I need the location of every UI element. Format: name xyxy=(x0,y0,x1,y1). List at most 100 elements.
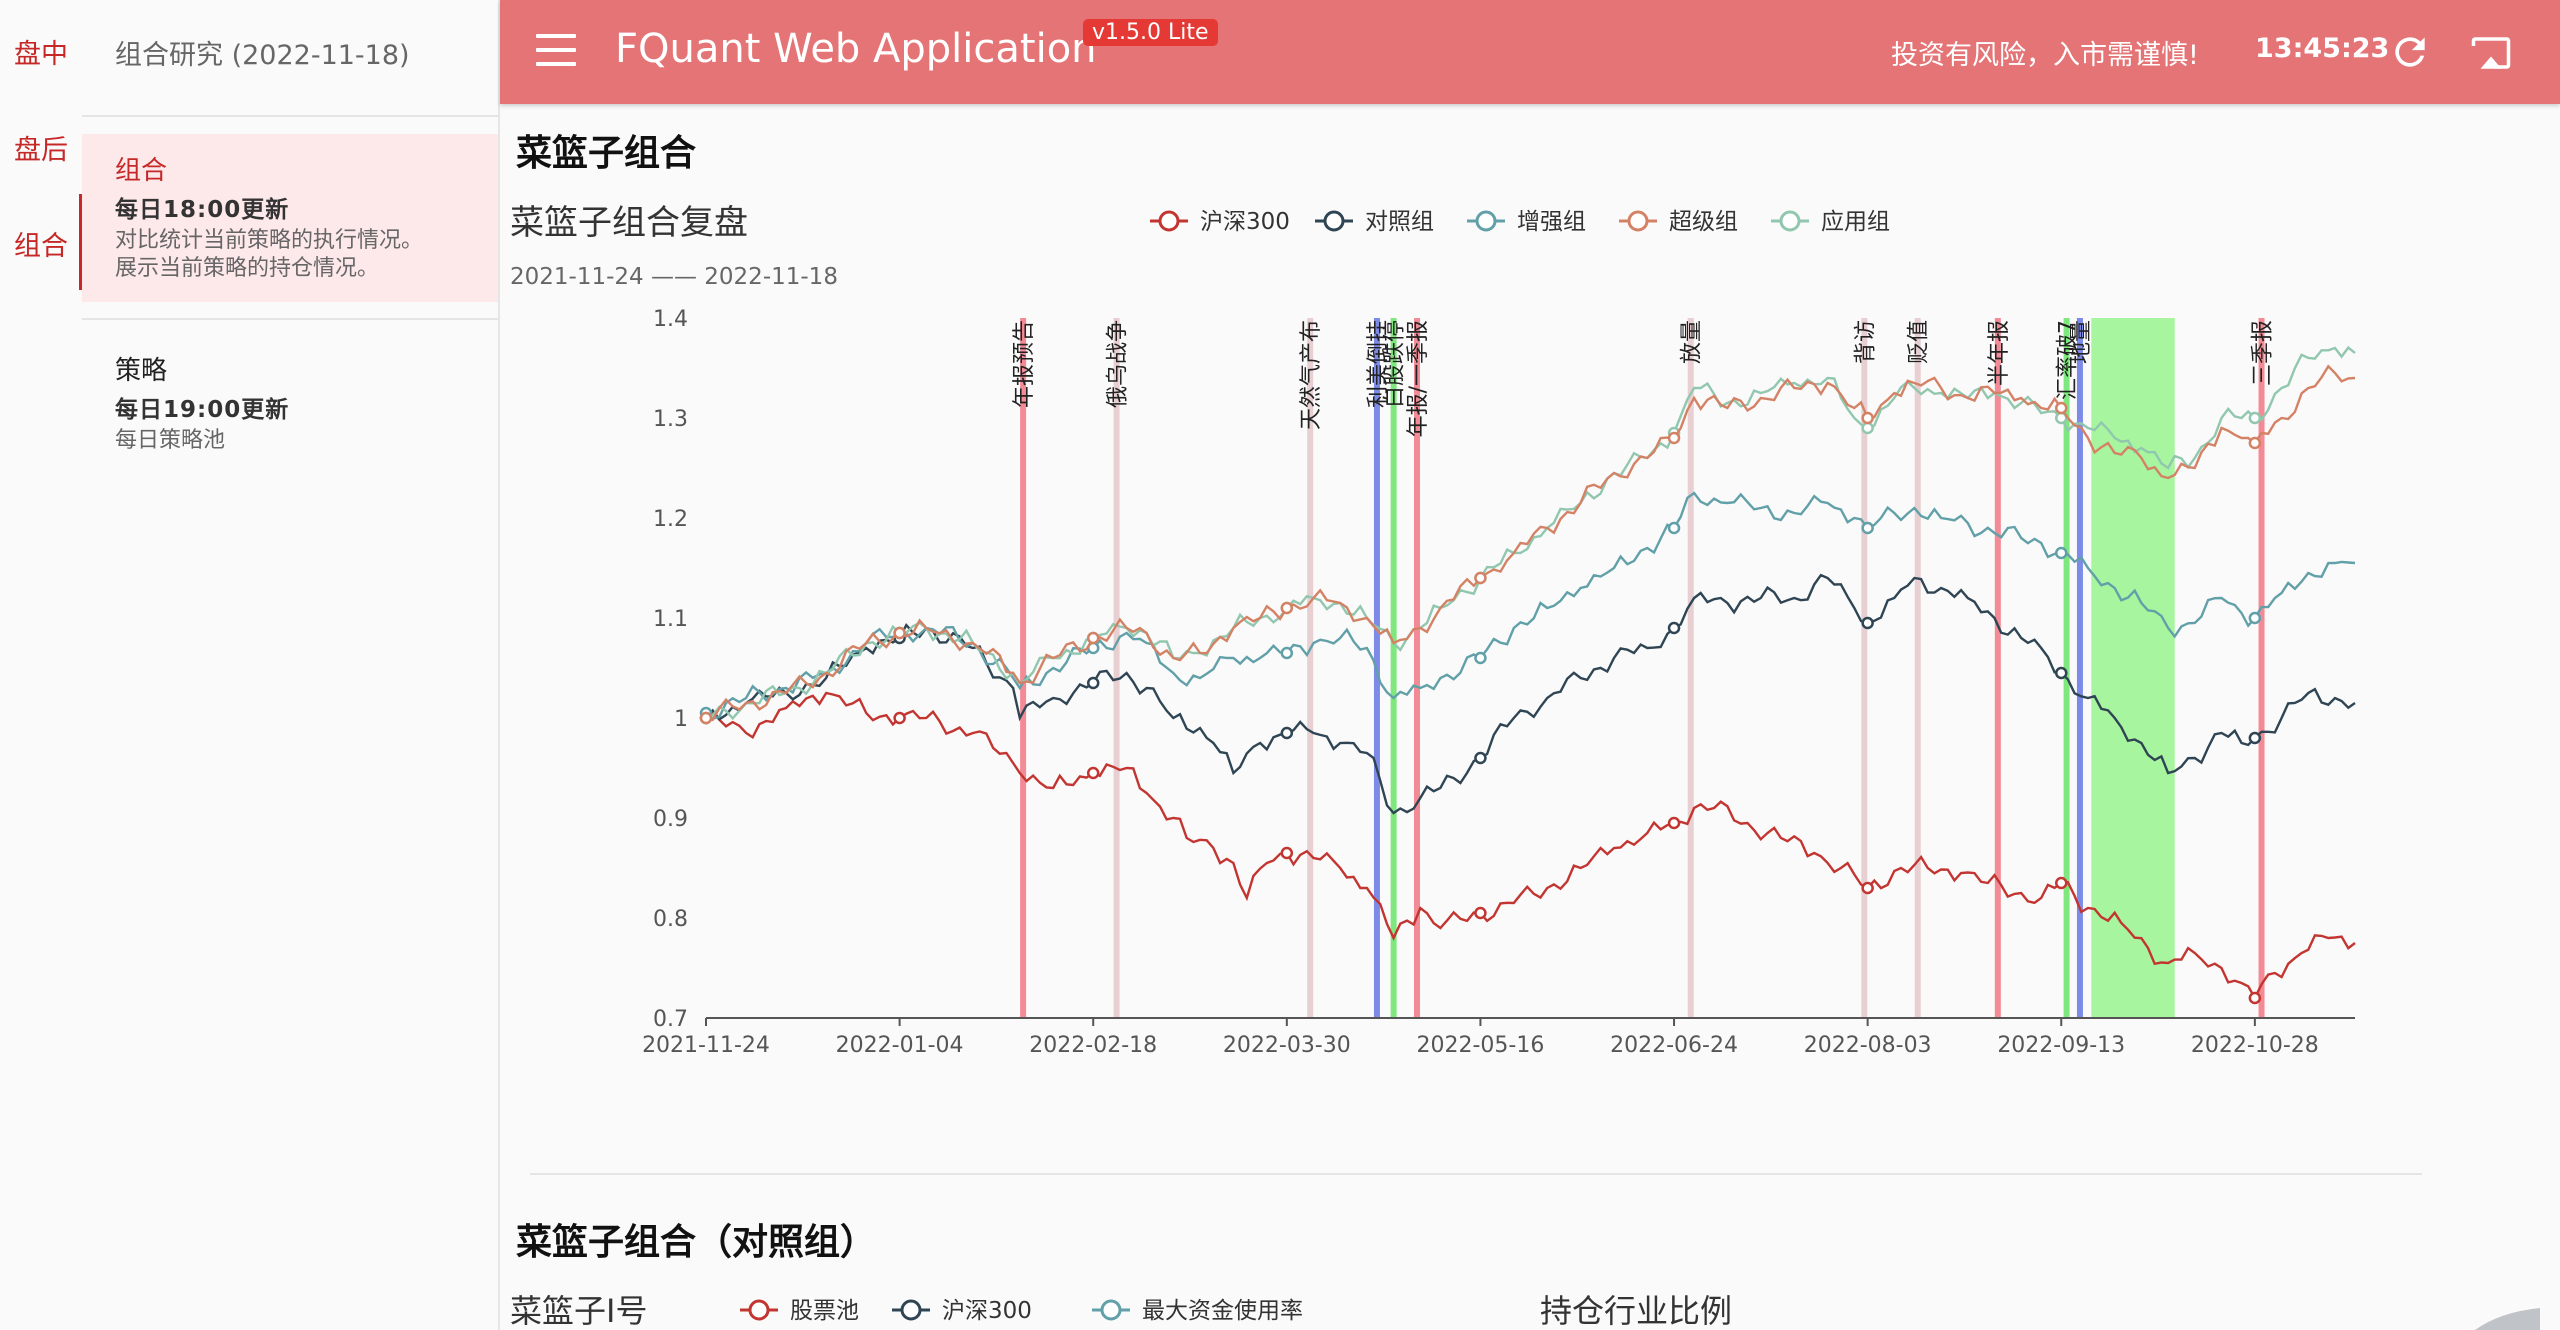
series-point xyxy=(2055,401,2068,415)
legend-item[interactable]: 对照组 xyxy=(1315,209,1434,235)
nav-card-portfolio[interactable]: 组合 每日18:00更新 对比统计当前策略的执行情况。 展示当前策略的持仓情况。 xyxy=(82,134,498,302)
pie-chart-edge xyxy=(2475,1308,2540,1330)
y-tick-label: 0.7 xyxy=(653,1007,688,1032)
event-label: 半年报 xyxy=(1987,320,2012,386)
nav-header: 组合研究 (2022-11-18) xyxy=(115,40,410,71)
series-point xyxy=(1280,846,1294,860)
y-tick-label: 0.9 xyxy=(653,807,688,832)
series-point xyxy=(699,711,713,725)
event-label: 白股跌停 xyxy=(1383,320,1408,408)
series-point xyxy=(893,626,906,640)
legend-label: 应用组 xyxy=(1821,209,1890,235)
legend-item[interactable]: 增强组 xyxy=(1467,209,1586,235)
event-marker xyxy=(1113,318,1120,1018)
rail-item-after-hours[interactable]: 盘后 xyxy=(0,128,82,167)
series-point xyxy=(1280,726,1294,740)
series-point xyxy=(1474,906,1487,920)
x-tick-label: 2021-11-24 xyxy=(642,1033,770,1058)
y-tick-label: 1.3 xyxy=(653,407,688,432)
legend-label: 股票池 xyxy=(790,1298,859,1324)
y-tick-label: 1.2 xyxy=(653,507,688,532)
clock: 13:45:23 xyxy=(2255,33,2390,64)
chart-title: 菜篮子组合复盘 xyxy=(510,203,748,243)
series-point xyxy=(2055,546,2068,560)
series-point xyxy=(1474,571,1487,585)
legend-label: 超级组 xyxy=(1669,209,1738,235)
section-title: 菜篮子组合 xyxy=(516,133,697,174)
risk-warning: 投资有风险，入市需谨慎! xyxy=(1891,40,2199,71)
series-point xyxy=(1667,431,1681,445)
legend-item[interactable]: 应用组 xyxy=(1771,209,1890,235)
app-bar: FQuant Web Application v1.5.0 Lite 投资有风险… xyxy=(500,0,2560,104)
series-point xyxy=(1474,651,1487,665)
event-marker xyxy=(1687,318,1694,1018)
event-label: 天然气产布 xyxy=(1299,320,1324,430)
highlight-band xyxy=(2091,318,2175,1018)
legend-item[interactable]: 超级组 xyxy=(1619,209,1738,235)
series-point xyxy=(2248,411,2262,425)
legend-label: 沪深300 xyxy=(1200,209,1290,235)
rail-item-intraday[interactable]: 盘中 xyxy=(0,32,82,71)
series-point xyxy=(1280,646,1294,660)
x-tick-label: 2022-08-03 xyxy=(1804,1033,1932,1058)
y-tick-label: 1.1 xyxy=(653,607,688,632)
event-label: 三季报 xyxy=(2251,320,2276,386)
event-label: 地量 xyxy=(2069,320,2094,364)
series-point xyxy=(1474,751,1487,765)
nav-card-title: 组合 xyxy=(115,156,168,186)
legend-item[interactable]: 沪深300 xyxy=(1150,209,1290,235)
event-marker xyxy=(1020,318,1027,1018)
version-badge: v1.5.0 Lite xyxy=(1083,19,1218,46)
menu-icon[interactable] xyxy=(536,34,576,70)
x-tick-label: 2022-03-30 xyxy=(1223,1033,1351,1058)
nav-card-strategy[interactable]: 策略 每日19:00更新 每日策略池 xyxy=(82,336,498,466)
legend-item[interactable]: 沪深300 xyxy=(892,1298,1032,1324)
event-label: 年报预告 xyxy=(1012,320,1037,408)
series-point xyxy=(1086,676,1100,690)
series-point xyxy=(1086,766,1100,780)
series-point xyxy=(893,711,906,725)
refresh-icon[interactable] xyxy=(2388,30,2432,74)
cast-icon[interactable] xyxy=(2466,32,2516,74)
series-point xyxy=(2248,611,2262,625)
y-tick-label: 0.8 xyxy=(653,907,688,932)
x-tick-label: 2022-09-13 xyxy=(1997,1033,2125,1058)
legend-label: 对照组 xyxy=(1365,209,1434,235)
series-point xyxy=(1086,631,1100,645)
legend-label: 增强组 xyxy=(1517,209,1586,235)
series-point xyxy=(2055,666,2068,680)
series-point xyxy=(1861,411,1874,425)
event-label: 放量 xyxy=(1680,320,1705,364)
nav-panel: 组合研究 (2022-11-18) 组合 每日18:00更新 对比统计当前策略的… xyxy=(82,0,500,1330)
series-point xyxy=(1280,601,1294,615)
nav-card-desc: 展示当前策略的持仓情况。 xyxy=(115,256,380,281)
legend-item[interactable]: 股票池 xyxy=(740,1298,859,1324)
section-title-control: 菜篮子组合（对照组） xyxy=(516,1222,877,1263)
event-label: 贬值 xyxy=(1907,320,1932,364)
event-marker xyxy=(1390,318,1397,1018)
nav-card-desc: 每日策略池 xyxy=(115,428,226,453)
bottom-chart-title: 菜篮子Ⅰ号 xyxy=(510,1292,647,1330)
series-point xyxy=(1861,521,1874,535)
nav-card-schedule: 每日19:00更新 xyxy=(115,397,290,423)
series-point xyxy=(1667,521,1681,535)
nav-card-title: 策略 xyxy=(115,356,168,386)
x-tick-label: 2022-02-18 xyxy=(1029,1033,1157,1058)
x-tick-label: 2022-10-28 xyxy=(2191,1033,2319,1058)
section-divider xyxy=(530,1173,2422,1175)
legend-item[interactable]: 最大资金使用率 xyxy=(1092,1298,1303,1324)
rail-item-portfolio[interactable]: 组合 xyxy=(0,224,82,263)
bottom-chart-headers: 菜篮子Ⅰ号 股票池 沪深300 最大资金使用率 持仓行业比例 xyxy=(510,1292,2540,1330)
series-point xyxy=(1667,621,1681,635)
series-point xyxy=(2055,876,2068,890)
event-label: 背访 xyxy=(1853,320,1878,364)
industry-ratio-title: 持仓行业比例 xyxy=(1540,1292,1732,1330)
backtest-line-chart: 菜篮子组合复盘 2021-11-24 —— 2022-11-18 沪深300 对照… xyxy=(510,203,2356,1058)
legend-label: 沪深300 xyxy=(942,1298,1032,1324)
legend-label: 最大资金使用率 xyxy=(1142,1298,1303,1324)
y-tick-label: 1 xyxy=(674,707,688,732)
chart-subtitle: 2021-11-24 —— 2022-11-18 xyxy=(510,264,838,290)
nav-divider xyxy=(82,318,498,320)
nav-divider xyxy=(82,115,498,117)
nav-card-desc: 对比统计当前策略的执行情况。 xyxy=(115,228,424,253)
